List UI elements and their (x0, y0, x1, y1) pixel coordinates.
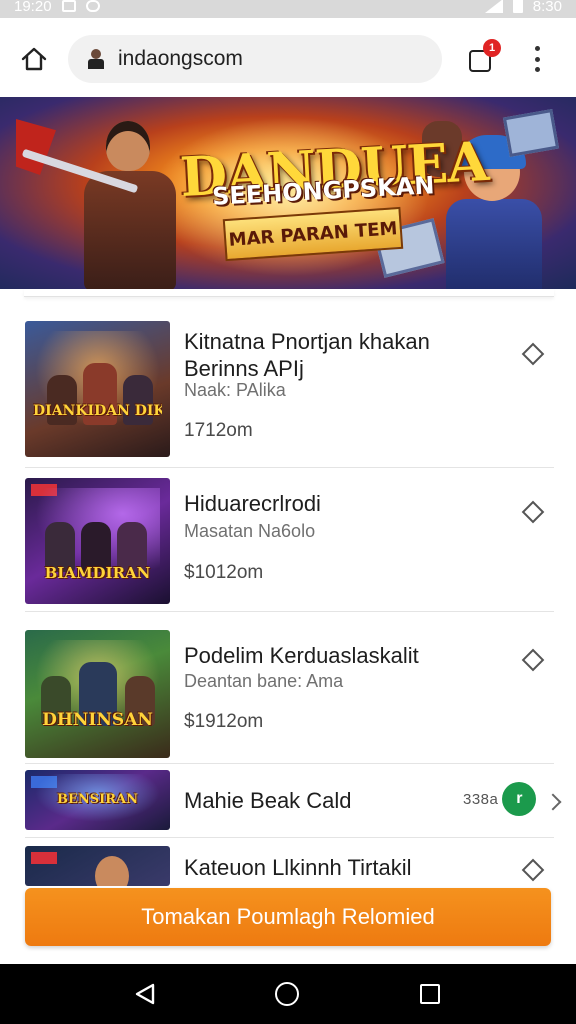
item-title: Kateuon Llkinnh Tirtakil (184, 855, 412, 880)
item-title: Mahie Beak Cald (184, 788, 352, 813)
tab-count-badge: 1 (483, 39, 501, 57)
list-item[interactable]: DIANKIDAN DIKDINSEH Kitnatna Pnortjan kh… (25, 320, 554, 468)
list-top-divider (24, 289, 554, 297)
status-bar: 19:20 8:30 (0, 0, 576, 18)
primary-cta-button[interactable]: Tomakan Poumlagh Relomied (25, 888, 551, 946)
item-title: Kitnatna Pnortjan khakan Berinns APIj (184, 329, 430, 381)
status-time: 19:20 (14, 0, 52, 15)
list-item[interactable]: Kateuon Llkinnh Tirtakil (25, 840, 554, 886)
url-text: indaongscom (118, 47, 243, 70)
list-item[interactable]: BIAMDIRAN Hiduarecrlrodi Masatan Na6olo … (25, 470, 554, 612)
notification-icon (61, 0, 76, 12)
item-price: 1712om (184, 420, 253, 441)
battery-icon (512, 0, 523, 13)
back-icon[interactable] (133, 982, 157, 1006)
thumbnail-logo: BIAMDIRAN (44, 564, 151, 582)
diamond-icon[interactable] (521, 858, 545, 882)
home-icon (21, 47, 47, 71)
home-circle-icon[interactable] (275, 982, 299, 1006)
item-meta: Naak: PAlika (184, 380, 286, 400)
status-time-right: 8:30 (532, 0, 562, 15)
game-thumbnail: DHNINSAN (25, 630, 170, 758)
diamond-icon[interactable] (521, 648, 545, 672)
banner-ribbon: MAR PARAN TEM (222, 206, 404, 262)
item-title: Hiduarecrlrodi (184, 491, 321, 516)
thumbnail-logo: DHNINSAN (42, 710, 153, 730)
tabs-button[interactable]: 1 (466, 39, 501, 74)
thumbnail-logo: BENSIRAN (56, 792, 139, 807)
more-menu-button[interactable] (524, 44, 550, 74)
browser-toolbar: indaongscom 1 (0, 18, 576, 98)
signal-icon (484, 0, 503, 13)
item-price: $1012om (184, 562, 264, 583)
pill-text: 338a (463, 790, 499, 808)
item-price: $1912om (184, 711, 264, 732)
promo-banner[interactable]: DANDUEA SEEHONGPSKAN MAR PARAN TEM (0, 97, 576, 289)
recents-icon[interactable] (420, 984, 440, 1004)
home-button[interactable] (16, 42, 52, 76)
banner-subtitle: SEEHONGPSKAN (211, 171, 436, 211)
cta-label: Tomakan Poumlagh Relomied (141, 904, 435, 929)
diamond-icon[interactable] (521, 500, 545, 524)
item-meta: Deantan bane: Ama (184, 671, 344, 691)
diamond-icon[interactable] (521, 342, 545, 366)
item-meta: Masatan Na6olo (184, 521, 316, 541)
pill-icon: r (502, 782, 537, 816)
list-item[interactable]: DHNINSAN Podelim Kerduaslaskalit Deantan… (25, 612, 554, 764)
more-vert-icon (534, 46, 540, 51)
item-title: Podelim Kerduaslaskalit (184, 643, 419, 668)
shield-icon (85, 0, 100, 12)
game-thumbnail (25, 846, 170, 886)
game-thumbnail: BIAMDIRAN (25, 478, 170, 604)
system-nav-bar (0, 964, 576, 1024)
site-icon (86, 47, 106, 71)
thumbnail-logo: DIANKIDAN DIKDINSEH (33, 403, 162, 419)
warrior-illustration (16, 115, 200, 289)
list-item[interactable]: BENSIRAN Mahie Beak Cald 338a r (25, 766, 562, 838)
game-thumbnail: BENSIRAN (25, 770, 170, 830)
address-bar[interactable]: indaongscom (68, 35, 442, 83)
banner-ribbon-text: MAR PARAN TEM (227, 217, 399, 251)
game-thumbnail: DIANKIDAN DIKDINSEH (25, 321, 170, 457)
